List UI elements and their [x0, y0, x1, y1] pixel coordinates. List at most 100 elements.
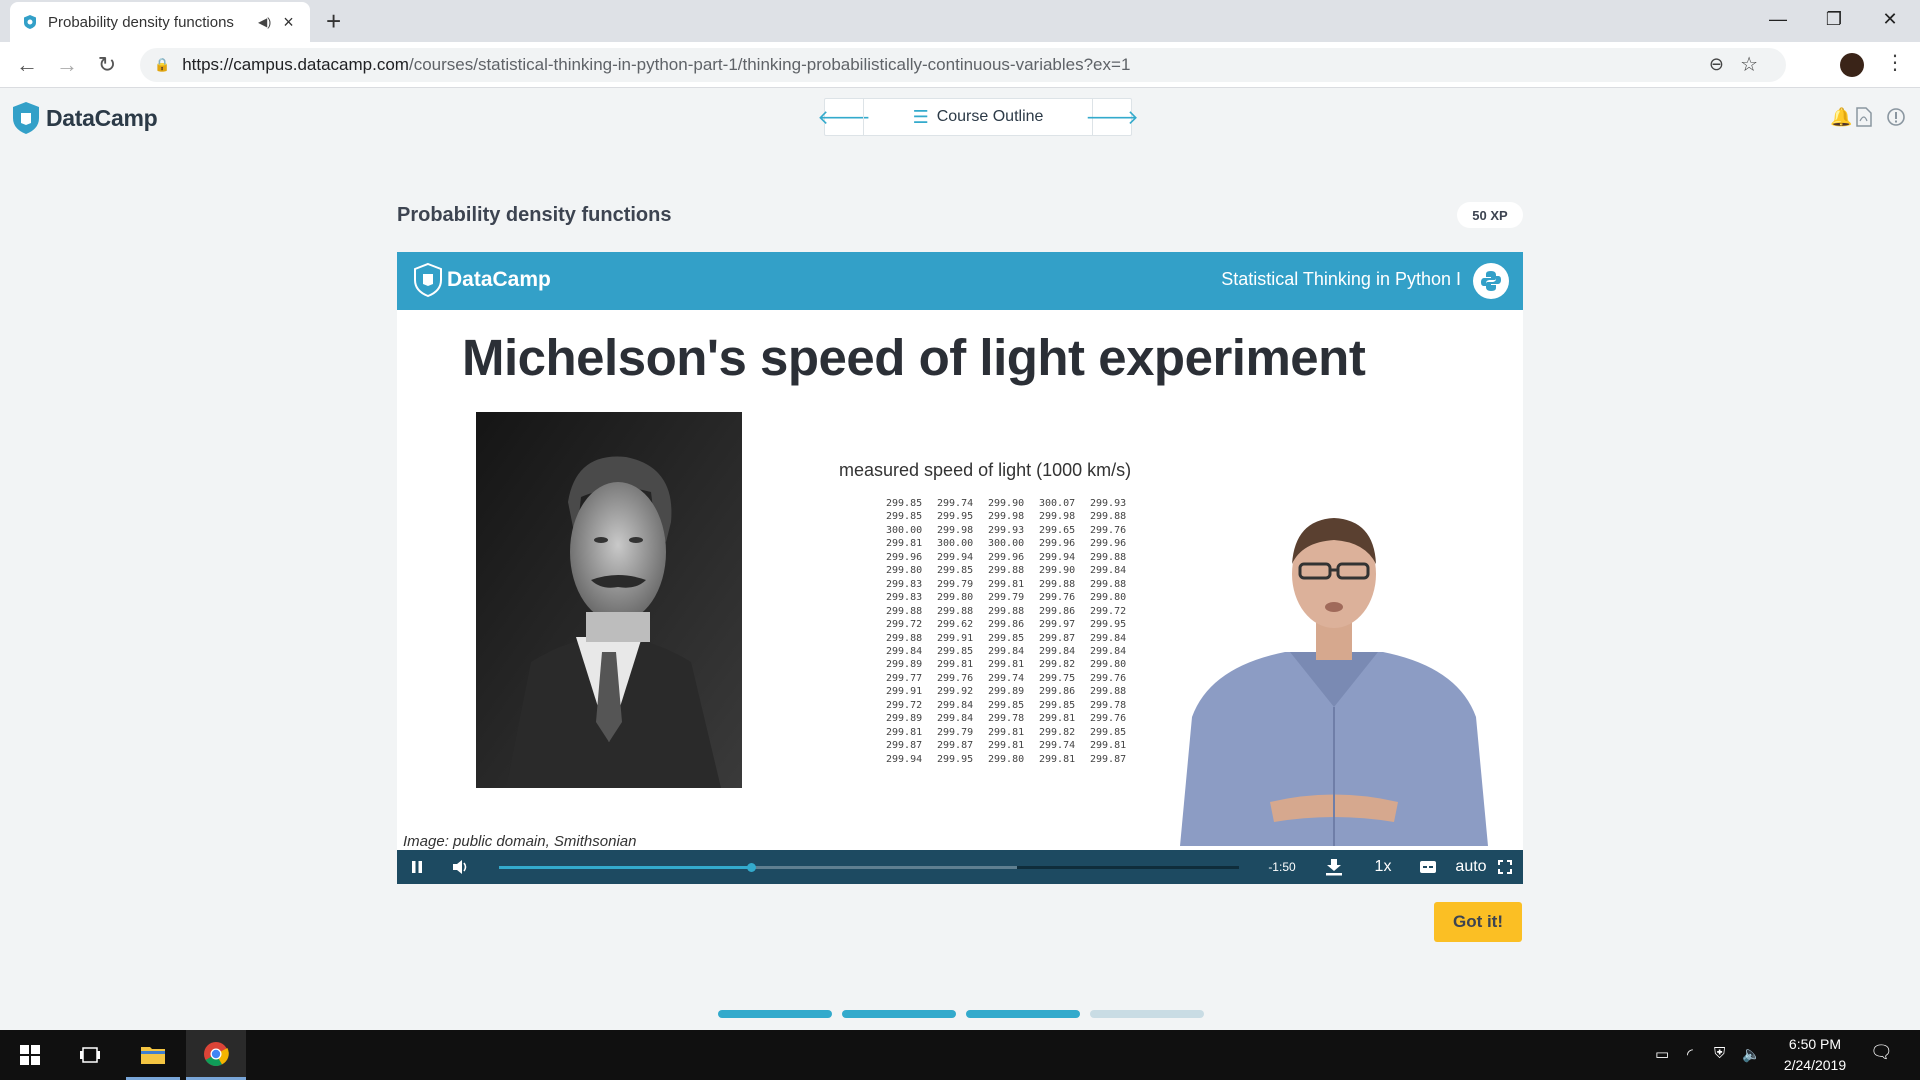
speed-table-cell: 299.85 — [988, 632, 1025, 644]
minimize-button[interactable]: — — [1750, 0, 1806, 38]
bookmark-star-icon[interactable]: ☆ — [1740, 52, 1758, 77]
speed-table-cell: 299.89 — [886, 713, 923, 725]
bell-icon[interactable]: 🔔 — [1830, 107, 1852, 128]
speed-table-cell: 299.95 — [937, 753, 974, 765]
speed-table-row: 299.81 299.79 299.81 299.82 299.85 — [886, 726, 1141, 739]
speed-table-cell: 299.81 — [988, 578, 1025, 590]
speed-table-cell: 299.84 — [1090, 565, 1127, 577]
url-text: https://campus.datacamp.com/courses/stat… — [182, 55, 1131, 74]
restore-button[interactable]: ❐ — [1806, 0, 1862, 38]
speed-table-row: 299.77 299.76 299.74 299.75 299.76 — [886, 672, 1141, 685]
speed-table-row: 299.91 299.92 299.89 299.86 299.88 — [886, 685, 1141, 698]
fullscreen-button[interactable] — [1493, 850, 1517, 884]
chrome-icon[interactable] — [186, 1030, 246, 1080]
windows-start-icon[interactable] — [2, 1030, 58, 1080]
playback-speed-button[interactable]: 1x — [1363, 850, 1403, 884]
speed-table-cell: 299.80 — [988, 753, 1025, 765]
speed-table-cell: 299.96 — [1039, 538, 1076, 550]
speed-table-cell: 299.88 — [1090, 686, 1127, 698]
speed-table-cell: 299.62 — [937, 619, 974, 631]
fullscreen-icon — [1498, 860, 1512, 874]
info-icon[interactable] — [1886, 107, 1906, 127]
profile-avatar[interactable] — [1840, 53, 1864, 77]
player-controls: -1:50 1x auto — [397, 850, 1523, 884]
speed-table-cell: 299.74 — [937, 498, 974, 509]
speed-table-cell: 299.87 — [1090, 753, 1127, 765]
speed-table-cell: 299.81 — [937, 659, 974, 671]
system-clock[interactable]: 6:50 PM 2/24/2019 — [1770, 1034, 1860, 1076]
speed-table-cell: 299.92 — [937, 686, 974, 698]
speed-table-cell: 299.79 — [937, 578, 974, 590]
speed-table-cell: 299.84 — [1090, 645, 1127, 657]
browser-tab[interactable]: Probability density functions ◀) × — [10, 2, 310, 42]
speed-table-cell: 299.81 — [1039, 713, 1076, 725]
speed-table-cell: 299.88 — [1090, 578, 1127, 590]
battery-icon[interactable]: ▭ — [1655, 1045, 1669, 1063]
speed-table-cell: 299.81 — [886, 538, 923, 550]
speed-table-cell: 299.98 — [937, 524, 974, 536]
speed-table-cell: 299.76 — [1039, 592, 1076, 604]
speed-table-cell: 299.91 — [886, 686, 923, 698]
forward-button[interactable]: → — [52, 50, 82, 80]
video-player[interactable]: DataCamp Statistical Thinking in Python … — [397, 252, 1523, 884]
previous-exercise-button[interactable]: 🡐 — [817, 99, 871, 135]
speed-table-cell: 299.95 — [937, 511, 974, 523]
speed-table-cell: 299.98 — [988, 511, 1025, 523]
new-tab-button[interactable]: + — [326, 6, 341, 36]
wifi-icon[interactable]: ◜ — [1687, 1045, 1693, 1063]
reload-button[interactable]: ↻ — [92, 50, 122, 80]
speed-table-row: 299.89 299.81 299.81 299.82 299.80 — [886, 658, 1141, 671]
back-button[interactable]: ← — [12, 50, 42, 80]
played-range — [499, 866, 751, 869]
speed-table-cell: 299.89 — [886, 659, 923, 671]
browser-menu-icon[interactable]: ⋮ — [1885, 50, 1905, 75]
progress-segment[interactable] — [842, 1010, 956, 1018]
speed-table-cell: 299.85 — [886, 511, 923, 523]
image-credit: Image: public domain, Smithsonian — [403, 833, 637, 850]
slide-brand: DataCamp — [447, 268, 551, 291]
speed-table-cell: 299.84 — [1039, 645, 1076, 657]
got-it-button[interactable]: Got it! — [1434, 902, 1522, 942]
speed-table-cell: 299.94 — [937, 551, 974, 563]
speed-table-cell: 300.00 — [937, 538, 974, 550]
pause-icon — [412, 861, 422, 873]
close-window-button[interactable]: ✕ — [1862, 0, 1918, 38]
speaker-icon[interactable]: 🔈 — [1742, 1045, 1761, 1063]
speed-table-row: 299.83 299.80 299.79 299.76 299.80 — [886, 591, 1141, 604]
speed-table-cell: 299.91 — [937, 632, 974, 644]
zoom-icon[interactable]: ⊖ — [1709, 54, 1724, 75]
pause-button[interactable] — [405, 850, 429, 884]
course-outline-label: Course Outline — [936, 108, 1044, 125]
speed-table-cell: 299.88 — [937, 605, 974, 617]
tab-audio-icon[interactable]: ◀) — [258, 15, 271, 29]
speed-table-cell: 299.76 — [937, 672, 974, 684]
notifications-icon[interactable]: 🗨 — [1870, 1042, 1893, 1063]
task-view-icon[interactable] — [62, 1030, 118, 1080]
speed-table-cell: 299.75 — [1039, 672, 1076, 684]
exercise-title: Probability density functions — [397, 204, 672, 226]
speed-table-cell: 299.79 — [988, 592, 1025, 604]
address-bar[interactable]: 🔒 https://campus.datacamp.com/courses/st… — [140, 48, 1786, 82]
pdf-icon[interactable] — [1856, 107, 1872, 127]
seek-bar[interactable] — [499, 863, 1239, 872]
security-shield-icon[interactable]: ⛨ — [1714, 1045, 1725, 1062]
progress-segment[interactable] — [718, 1010, 832, 1018]
file-explorer-icon[interactable] — [126, 1030, 180, 1080]
course-outline-button[interactable]: ☰ Course Outline — [863, 99, 1093, 135]
progress-segment[interactable] — [1090, 1010, 1204, 1018]
download-button[interactable] — [1317, 850, 1351, 884]
datacamp-logo[interactable]: DataCamp — [11, 101, 158, 135]
speed-table-cell: 299.94 — [1039, 551, 1076, 563]
next-exercise-button[interactable]: 🡒 — [1085, 99, 1139, 135]
speed-table-row: 299.83 299.79 299.81 299.88 299.88 — [886, 578, 1141, 591]
speed-table-cell: 299.98 — [1039, 511, 1076, 523]
speed-table-row: 299.84 299.85 299.84 299.84 299.84 — [886, 645, 1141, 658]
datacamp-favicon-icon — [24, 15, 36, 29]
volume-button[interactable] — [449, 850, 473, 884]
tab-close-icon[interactable]: × — [283, 13, 294, 31]
speed-table-row: 299.88 299.91 299.85 299.87 299.84 — [886, 632, 1141, 645]
seek-handle[interactable] — [746, 863, 756, 872]
progress-segment[interactable] — [966, 1010, 1080, 1018]
speed-table-cell: 299.84 — [886, 645, 923, 657]
speed-table-row: 299.80 299.85 299.88 299.90 299.84 — [886, 564, 1141, 577]
